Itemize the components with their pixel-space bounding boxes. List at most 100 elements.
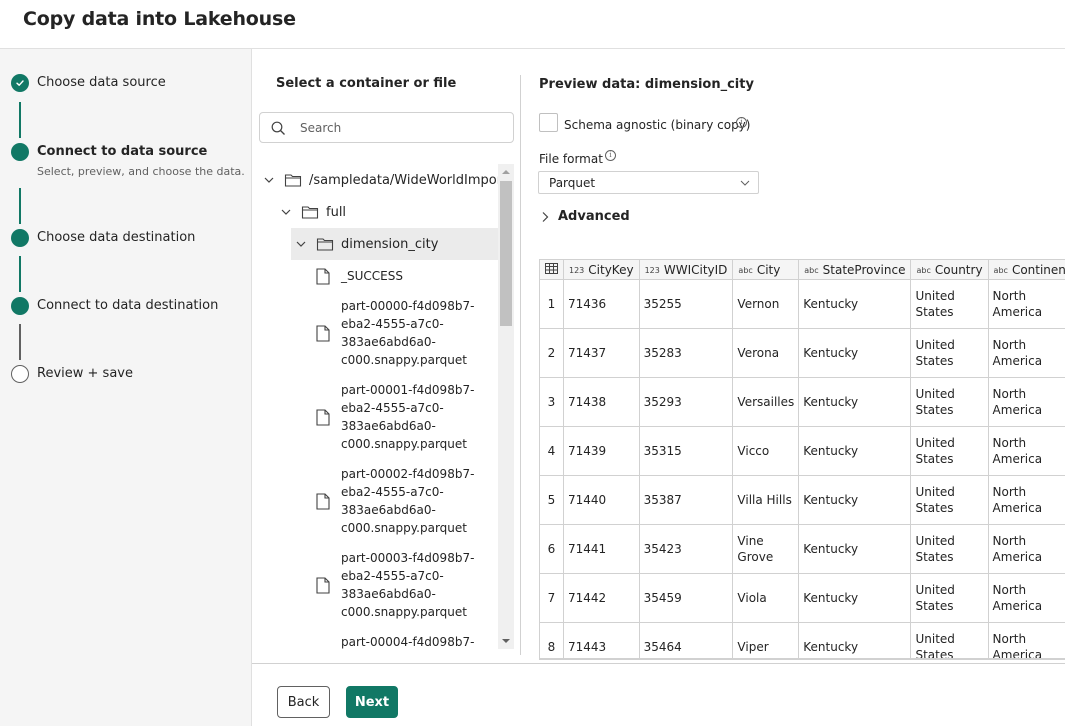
step-connector [19,188,21,224]
table-cell: North America [987,377,1065,427]
column-header-city[interactable]: abc City [732,259,800,280]
table-cell: 71438 [563,377,640,427]
table-cell: 71441 [563,524,640,574]
table-row: 7 71442 35459 Viola Kentucky United States Nor… [539,573,1065,623]
table-cell: Versailles [732,377,800,427]
tree-node-label: part-00001-f4d098b7- eba2-4555-a7c0- 383ae… [341,383,475,451]
step-label: Connect to data source [37,144,208,159]
step-label: Choose data source [37,75,166,90]
info-icon[interactable]: i [605,150,616,161]
table-row: 3 71438 35293 Versailles Kentucky United Stat… [539,377,1065,427]
advanced-expander[interactable]: Advanced [541,209,630,224]
schema-agnostic-label: Schema agnostic (binary copy) [564,118,751,132]
row-index: 3 [539,377,564,427]
scroll-up-arrow-icon[interactable] [502,170,510,174]
table-row: 1 71436 35255 Vernon Kentucky United States No… [539,279,1065,329]
tree-node-label: part-00003-f4d098b7- eba2-4555-a7c0- 383ae… [341,551,475,619]
table-cell: United States [910,426,989,476]
table-cell: United States [910,279,989,329]
tree-node-label: _SUCCESS [341,269,403,283]
schema-agnostic-checkbox[interactable] [539,113,558,132]
file-icon [316,408,330,426]
table-cell: Vernon [732,279,800,329]
table-select-all-icon[interactable] [539,259,564,280]
search-input[interactable] [300,119,500,137]
search-box[interactable] [259,112,514,143]
tree-folder-full[interactable]: full [279,196,498,228]
row-index: 5 [539,475,564,525]
row-index: 6 [539,524,564,574]
table-cell: Kentucky [798,328,912,378]
table-header-row: 123 CityKey 123 WWICityID abc City abc State… [539,259,1065,280]
step-current-dot-icon [11,143,29,161]
file-format-dropdown[interactable]: Parquet [538,171,759,194]
preview-pane: Preview data: dimension_city Schema agno… [521,49,1065,663]
chevron-down-icon[interactable] [279,205,293,219]
number-type-icon: 123 [569,265,585,275]
file-icon [316,576,330,594]
column-header-country[interactable]: abc Country [910,259,989,280]
file-format-label: File format [539,152,603,166]
file-browser-pane: Select a container or file /sampledata/W… [252,49,520,663]
step-pending-circle-icon [11,365,29,383]
table-cell: North America [987,426,1065,476]
row-index: 4 [539,426,564,476]
column-header-stateprovince[interactable]: abc StateProvince [798,259,912,280]
table-cell: Kentucky [798,426,912,476]
step-dot-icon [11,229,29,247]
chevron-down-icon[interactable] [294,237,308,251]
table-cell: Viper [732,622,800,658]
step-label: Choose data destination [37,230,196,245]
table-cell: 35464 [638,622,734,658]
table-cell: Kentucky [798,377,912,427]
column-header-citykey[interactable]: 123 CityKey [563,259,640,280]
step-label: Review + save [37,366,133,381]
table-cell: 35293 [638,377,734,427]
text-type-icon: abc [738,265,753,275]
tree-folder-dimension-city[interactable]: dimension_city [291,228,498,260]
file-icon [316,492,330,510]
table-cell: 71442 [563,573,640,623]
column-header-wwicityid[interactable]: 123 WWICityID [638,259,734,280]
scrollbar-thumb[interactable] [500,181,512,326]
step-connector [19,102,21,138]
row-index: 7 [539,573,564,623]
next-button[interactable]: Next [346,686,398,718]
tree-file-part-00004[interactable]: part-00004-f4d098b7- [316,633,474,649]
column-header-continent[interactable]: abc Continent [987,259,1065,280]
chevron-down-icon[interactable] [262,173,276,187]
back-button[interactable]: Back [277,686,330,718]
search-icon [271,121,285,135]
table-cell: North America [987,573,1065,623]
file-icon [316,324,330,342]
step-label: Connect to data destination [37,298,219,313]
table-cell: 71443 [563,622,640,658]
folder-icon [284,174,302,187]
table-cell: Kentucky [798,573,912,623]
tree-folder-root[interactable]: /sampledata/WideWorldImporte [262,164,498,196]
tree-file-part-00003[interactable]: part-00003-f4d098b7- eba2-4555-a7c0- 383ae… [316,549,474,621]
table-row: 6 71441 35423 Vine Grove Kentucky United Stat… [539,524,1065,574]
step-sublabel: Select, preview, and choose the data. [37,165,245,178]
table-cell: North America [987,524,1065,574]
scroll-down-arrow-icon[interactable] [502,639,510,643]
info-icon[interactable]: i [736,117,747,128]
tree-file-part-00000[interactable]: part-00000-f4d098b7- eba2-4555-a7c0- 383ae… [316,297,474,369]
tree-file-part-00002[interactable]: part-00002-f4d098b7- eba2-4555-a7c0- 383ae… [316,465,474,537]
table-cell: 35315 [638,426,734,476]
table-cell: 35283 [638,328,734,378]
chevron-down-icon [740,180,750,186]
tree-node-label: full [326,204,347,220]
table-cell: 71437 [563,328,640,378]
check-icon [11,74,29,92]
file-icon [316,267,330,285]
tree-file-part-00001[interactable]: part-00001-f4d098b7- eba2-4555-a7c0- 383ae… [316,381,474,453]
browser-heading: Select a container or file [276,76,457,91]
table-cell: United States [910,573,989,623]
row-index: 1 [539,279,564,329]
tree-node-label: /sampledata/WideWorldImporte [309,172,498,188]
tree-file-success[interactable]: _SUCCESS [316,266,403,286]
table-cell: Vine Grove [732,524,800,574]
tree-scrollbar[interactable] [498,164,514,649]
tree-node-label: dimension_city [341,236,439,252]
